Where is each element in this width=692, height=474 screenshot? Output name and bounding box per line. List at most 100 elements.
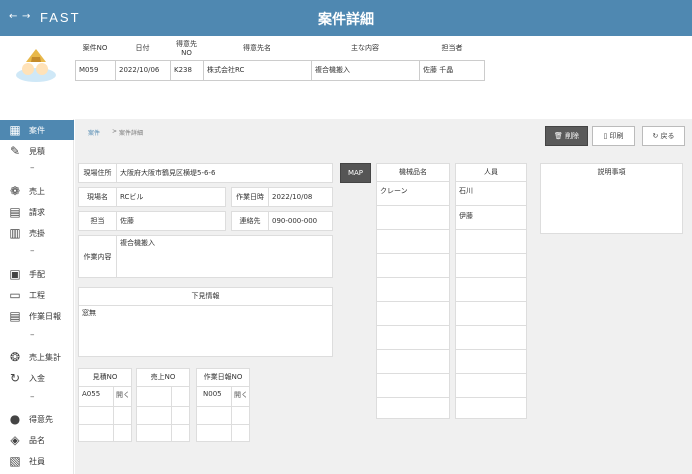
people-list-header: 人員 [456, 164, 526, 182]
sidebar-item-label: 案件 [29, 126, 45, 135]
site-name-label: 現場名 [78, 187, 117, 207]
staff-label: 担当 [78, 211, 117, 231]
header-col-customer-no: 得意先 NO [176, 40, 197, 57]
work-content-field[interactable]: 複合機搬入 [116, 235, 333, 278]
back-button-label: 戻る [660, 132, 675, 140]
machine-list-row[interactable] [377, 373, 449, 397]
sidebar: ▦ 案件 ✎ 見積 – ❁ 売上 ▤ 請求 ▥ 売掛 – ▣ 手配 ▭ 工程 ▤… [0, 119, 74, 474]
money-bag-icon: ❁ [9, 184, 21, 198]
people-list-row[interactable] [456, 301, 526, 325]
machine-list-row[interactable] [377, 325, 449, 349]
clipboard-icon: ▣ [9, 267, 21, 281]
staff-icon: ▧ [9, 454, 21, 468]
refresh-icon: ↻ [9, 371, 21, 385]
breadcrumb-current: 案件詳細 [119, 130, 144, 137]
estimate-open-link[interactable]: 開く [116, 390, 130, 400]
sidebar-item-sales-summary[interactable]: ❂ 売上集計 [0, 347, 74, 367]
divider [231, 386, 232, 442]
people-list-row[interactable]: 石川 [456, 181, 526, 205]
sales-ref-header: 売上NO [137, 369, 189, 387]
machine-list-row[interactable] [377, 253, 449, 277]
staff-field[interactable]: 佐藤 [116, 211, 226, 231]
sidebar-item-billing[interactable]: ▤ 請求 [0, 202, 74, 222]
machine-list-row[interactable] [377, 301, 449, 325]
sidebar-item-label: 見積 [29, 147, 45, 156]
main-content: 案件 > 案件詳細 🗑︎ 削除 ▯ 印刷 ↻ 戻る 現場住所 大阪府大阪市鶴見区… [75, 119, 692, 474]
sidebar-item-receivable[interactable]: ▥ 売掛 [0, 223, 74, 243]
delete-button[interactable]: 🗑︎ 削除 [545, 126, 588, 146]
contact-field[interactable]: 090-000-000 [268, 211, 333, 231]
machine-list-row[interactable]: クレーン [377, 181, 449, 205]
sidebar-item-staff[interactable]: ▧ 社員 [0, 451, 74, 471]
header-col-main-content: 主な内容 [351, 44, 379, 52]
header-staff: 佐藤 千晶 [419, 60, 485, 81]
people-list-row[interactable] [456, 229, 526, 253]
trash-icon: 🗑︎ [553, 132, 563, 140]
report-open-link[interactable]: 開く [234, 390, 248, 400]
divider [171, 386, 172, 442]
sidebar-item-sales[interactable]: ❁ 売上 [0, 181, 74, 201]
divider [79, 406, 131, 407]
machine-list-row[interactable] [377, 277, 449, 301]
estimate-ref-header: 見積NO [79, 369, 131, 387]
survey-info-label: 下見情報 [78, 287, 333, 306]
survey-info-field[interactable]: 窓無 [78, 305, 333, 357]
report-ref-box: 作業日報NO N005 開く [196, 368, 250, 442]
header-customer-name: 株式会社RC [203, 60, 312, 81]
people-list-row[interactable] [456, 325, 526, 349]
address-field[interactable]: 大阪府大阪市鶴見区横堤5-6-6 [116, 163, 333, 183]
sidebar-item-label: 品名 [29, 436, 45, 445]
machine-list-row[interactable] [377, 397, 449, 421]
sidebar-item-case[interactable]: ▦ 案件 [0, 120, 74, 140]
work-content-label: 作業内容 [78, 235, 117, 278]
breadcrumb-root[interactable]: 案件 [88, 128, 100, 137]
machine-list-header: 機械品名 [377, 164, 449, 182]
pencil-icon: ✎ [9, 144, 21, 158]
site-name-field[interactable]: RCビル [116, 187, 226, 207]
sidebar-item-arrange[interactable]: ▣ 手配 [0, 264, 74, 284]
invoice-icon: ▤ [9, 205, 21, 219]
sidebar-item-estimate[interactable]: ✎ 見積 [0, 141, 74, 161]
sidebar-item-label: 得意先 [29, 415, 53, 424]
sidebar-item-label: 請求 [29, 208, 45, 217]
divider [197, 424, 249, 425]
report-ref-value: N005 [203, 390, 222, 398]
work-date-label: 作業日時 [231, 187, 269, 207]
mascot-icon [16, 49, 56, 82]
people-list-row[interactable] [456, 253, 526, 277]
estimate-ref-value: A055 [82, 390, 101, 398]
header-date: 2022/10/06 [115, 60, 171, 81]
sidebar-item-payment[interactable]: ↻ 入金 [0, 368, 74, 388]
sidebar-item-label: 売上集計 [29, 353, 61, 362]
sidebar-item-product[interactable]: ◈ 品名 [0, 430, 74, 450]
sidebar-item-customer[interactable]: ● 得意先 [0, 409, 74, 429]
people-list-row[interactable] [456, 349, 526, 373]
sidebar-item-label: 工程 [29, 291, 45, 300]
sidebar-item-label: 作業日報 [29, 312, 61, 321]
people-list-row[interactable] [456, 373, 526, 397]
header-col-customer-name: 得意先名 [243, 44, 271, 52]
map-button[interactable]: MAP [340, 163, 371, 183]
address-label: 現場住所 [78, 163, 117, 183]
sidebar-item-label: 売掛 [29, 229, 45, 238]
back-button[interactable]: ↻ 戻る [642, 126, 685, 146]
sidebar-item-process[interactable]: ▭ 工程 [0, 285, 74, 305]
people-list-row[interactable]: 伊藤 [456, 205, 526, 229]
machine-list-row[interactable] [377, 205, 449, 229]
receivable-icon: ▥ [9, 226, 21, 240]
sidebar-item-daily-report[interactable]: ▤ 作業日報 [0, 306, 74, 326]
print-button[interactable]: ▯ 印刷 [592, 126, 635, 146]
sidebar-item-label: 売上 [29, 187, 45, 196]
refresh-icon: ↻ [652, 132, 659, 140]
work-date-field[interactable]: 2022/10/08 [268, 187, 333, 207]
divider [197, 406, 249, 407]
people-list-row[interactable] [456, 277, 526, 301]
machine-list: 機械品名 クレーン [376, 163, 450, 419]
people-list: 人員 石川 伊藤 [455, 163, 527, 419]
person-icon: ● [9, 412, 21, 426]
machine-list-row[interactable] [377, 349, 449, 373]
machine-list-row[interactable] [377, 229, 449, 253]
notes-box: 説明事項 [540, 163, 683, 234]
people-list-row[interactable] [456, 397, 526, 421]
header-customer-no: K238 [170, 60, 204, 81]
